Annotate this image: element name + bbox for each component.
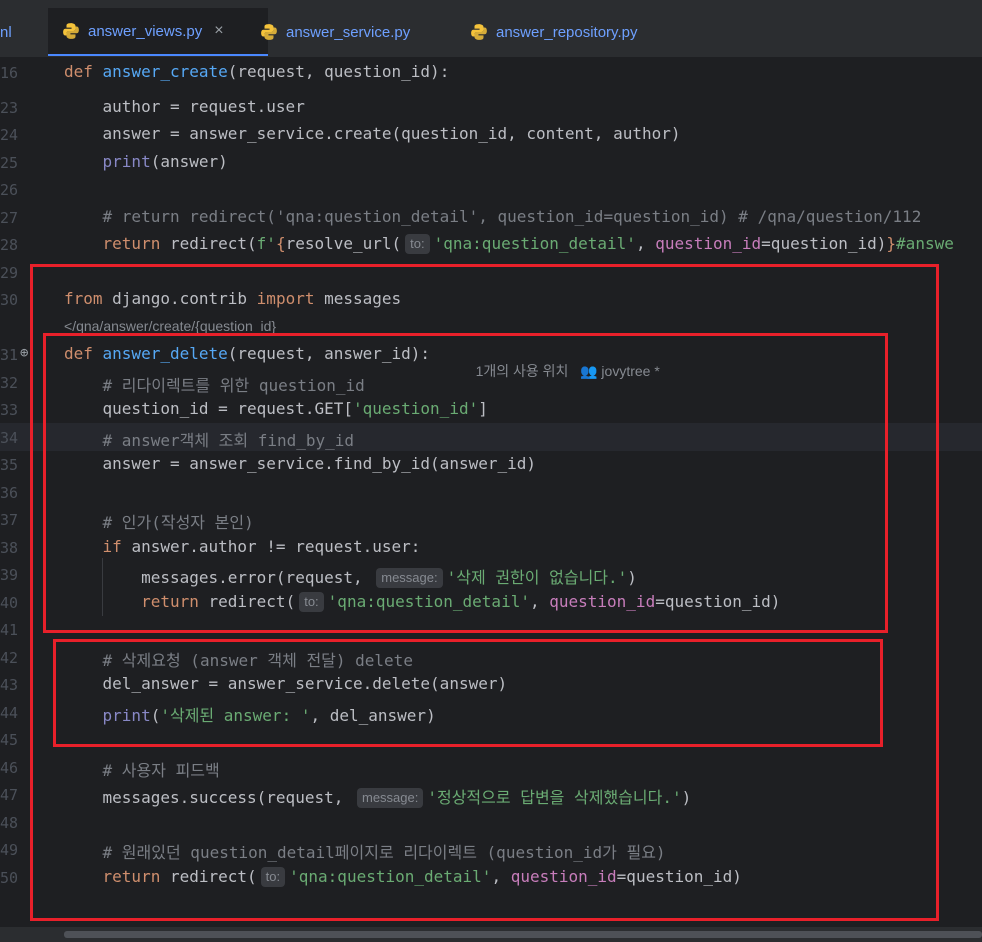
code-line[interactable]: author = request.user [64, 97, 305, 116]
line-number: 35 [0, 456, 19, 474]
tab-label: answer_views.py [88, 22, 203, 40]
line-number: 39 [0, 566, 19, 584]
code-line[interactable]: answer = answer_service.create(question_… [64, 124, 681, 143]
line-number: 42 [0, 649, 19, 667]
python-file-icon [261, 24, 277, 40]
line-number: 25 [0, 154, 19, 172]
line-number: 28 [0, 236, 19, 254]
line-number: 16 [0, 64, 19, 82]
line-number: 49 [0, 841, 19, 859]
line-number: 30 [0, 291, 19, 309]
close-icon[interactable]: × [214, 22, 223, 40]
line-number: 36 [0, 484, 19, 502]
annotation-box-delete-call [53, 639, 883, 747]
line-number: 31 [0, 346, 19, 364]
scrollbar-thumb[interactable] [64, 931, 982, 938]
line-number: 33 [0, 401, 19, 419]
tab-label: answer_service.py [286, 23, 411, 41]
python-file-icon [471, 24, 487, 40]
line-number: 34 [0, 429, 19, 447]
line-number: 48 [0, 814, 19, 832]
horizontal-scrollbar[interactable] [0, 927, 982, 942]
line-number: 45 [0, 731, 19, 749]
globe-icon[interactable]: ⊕ [20, 345, 28, 361]
tab-label: nl [0, 23, 12, 41]
line-number: 27 [0, 209, 19, 227]
line-number: 29 [0, 264, 19, 282]
editor-tab-bar: nl answer_views.py × answer_service.py a… [0, 0, 982, 58]
tab-answer-views[interactable]: answer_views.py × [48, 8, 268, 56]
tab-partial[interactable]: nl [0, 8, 40, 56]
code-line[interactable]: # return redirect('qna:question_detail',… [64, 207, 922, 226]
line-number: 37 [0, 511, 19, 529]
line-number: 44 [0, 704, 19, 722]
line-number: 23 [0, 99, 19, 117]
tab-answer-service[interactable]: answer_service.py [260, 8, 410, 56]
line-number: 50 [0, 869, 19, 887]
python-file-icon [63, 23, 79, 39]
line-number: 40 [0, 594, 19, 612]
line-number: 41 [0, 621, 19, 639]
line-number: 38 [0, 539, 19, 557]
code-line[interactable]: def answer_create(request, question_id): [64, 62, 449, 81]
line-number: 47 [0, 786, 19, 804]
line-number: 43 [0, 676, 19, 694]
code-line[interactable]: return redirect(f'{resolve_url(to:'qna:q… [64, 234, 954, 254]
line-number: 24 [0, 126, 19, 144]
line-number: 46 [0, 759, 19, 777]
code-line[interactable]: print(answer) [64, 152, 228, 171]
tab-answer-repository[interactable]: answer_repository.py [470, 8, 637, 56]
line-number: 32 [0, 374, 19, 392]
line-number: 26 [0, 181, 19, 199]
annotation-box-delete-check [43, 333, 888, 633]
tab-label: answer_repository.py [496, 23, 638, 41]
